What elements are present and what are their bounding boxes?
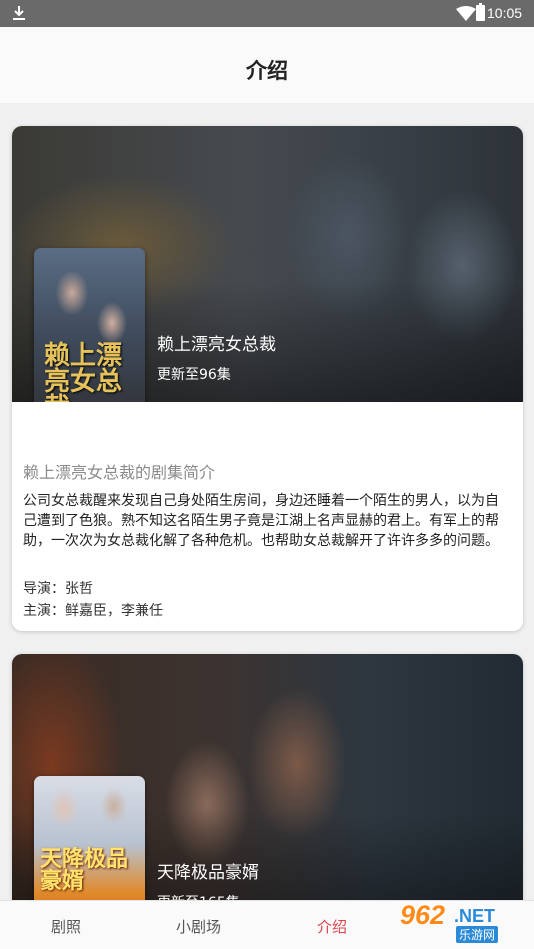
tab-intro[interactable]: 介绍: [317, 916, 347, 937]
cover-title-art: 天降极品豪婿: [40, 846, 129, 894]
app-header: 介绍: [0, 27, 534, 103]
status-bar: 10:05: [0, 0, 534, 27]
show-banner: 赖上漂亮女总裁 赖上漂亮女总裁 更新至96集: [12, 126, 523, 402]
page-title: 介绍: [246, 59, 288, 83]
site-watermark: 962 .NET 乐游网: [396, 900, 530, 944]
director-line: 导演：张哲: [23, 581, 93, 597]
wifi-icon: [456, 6, 476, 21]
download-icon: [13, 6, 25, 20]
show-banner: 天降极品豪婿 天降极品豪婿 更新至165集: [12, 654, 523, 930]
tab-theater[interactable]: 小剧场: [176, 916, 221, 937]
intro-heading: 赖上漂亮女总裁的剧集简介: [23, 463, 216, 482]
show-title: 天降极品豪婿: [157, 863, 259, 883]
show-cover[interactable]: 赖上漂亮女总裁: [34, 248, 145, 402]
status-time: 10:05: [487, 5, 523, 21]
battery-icon: [476, 3, 485, 21]
cast-line: 主演：鲜嘉臣，李兼任: [23, 603, 163, 619]
episode-count: 更新至96集: [157, 367, 231, 383]
watermark-number: 962: [400, 900, 446, 930]
show-title: 赖上漂亮女总裁: [157, 335, 276, 355]
intro-text: 公司女总裁醒来发现自己身处陌生房间，身边还睡着一个陌生的男人，以为自己遭到了色狼…: [23, 493, 499, 549]
tab-stills[interactable]: 剧照: [51, 916, 81, 937]
cover-title-art: 赖上漂亮女总裁: [44, 341, 123, 402]
show-card[interactable]: 赖上漂亮女总裁 赖上漂亮女总裁 更新至96集 赖上漂亮女总裁的剧集简介 公司女总…: [12, 126, 523, 631]
watermark-suffix: .NET: [454, 906, 496, 926]
watermark-cn: 乐游网: [456, 926, 499, 943]
